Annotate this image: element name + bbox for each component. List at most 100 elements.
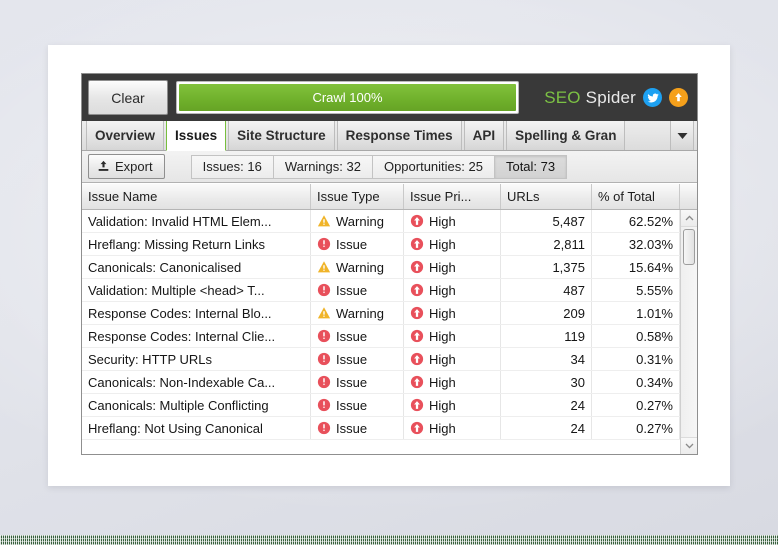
cell-issue-type: Issue bbox=[311, 417, 404, 439]
twitter-bird-icon[interactable] bbox=[643, 88, 662, 107]
table-row[interactable]: Validation: Multiple <head> T... Issue Hig… bbox=[82, 279, 680, 302]
high-priority-icon bbox=[410, 329, 424, 343]
table-body-area: Validation: Invalid HTML Elem...WarningH… bbox=[82, 210, 697, 454]
brand-seo-word: SEO bbox=[544, 88, 581, 107]
tab-label: Response Times bbox=[346, 128, 453, 143]
scroll-down-chevron-down-icon[interactable] bbox=[681, 437, 697, 454]
high-priority-icon bbox=[410, 306, 424, 320]
column-label: Issue Pri... bbox=[410, 189, 471, 204]
tab-issues[interactable]: Issues bbox=[166, 121, 226, 151]
issue-circle-icon bbox=[317, 398, 331, 412]
column-header-percent-of-total[interactable]: % of Total bbox=[592, 184, 680, 209]
cell-urls: 30 bbox=[501, 371, 592, 393]
tab-overflow-chevron-down-icon[interactable] bbox=[670, 121, 694, 150]
clear-button-label: Clear bbox=[111, 90, 144, 106]
issue-type-label: Warning bbox=[336, 306, 384, 321]
issue-type-label: Issue bbox=[336, 237, 367, 252]
issue-priority-label: High bbox=[429, 260, 456, 275]
issue-circle-icon bbox=[317, 375, 331, 389]
filter-opportunities[interactable]: Opportunities: 25 bbox=[373, 155, 495, 179]
issue-type-label: Warning bbox=[336, 214, 384, 229]
high-priority-icon bbox=[410, 237, 424, 251]
issues-table-body: Validation: Invalid HTML Elem...WarningH… bbox=[82, 210, 680, 454]
issue-priority-label: High bbox=[429, 329, 456, 344]
issues-table: Issue Name Issue Type Issue Pri... URLs … bbox=[82, 183, 697, 454]
table-row[interactable]: Hreflang: Missing Return LinksIssueHigh2… bbox=[82, 233, 680, 256]
issue-type-label: Issue bbox=[336, 421, 367, 436]
cell-issue-name: Hreflang: Not Using Canonical bbox=[82, 417, 311, 439]
table-row[interactable]: Canonicals: Non-Indexable Ca...IssueHigh… bbox=[82, 371, 680, 394]
filter-warnings[interactable]: Warnings: 32 bbox=[274, 155, 373, 179]
brand-spider-word: Spider bbox=[586, 88, 636, 107]
filter-label: Opportunities: 25 bbox=[384, 159, 483, 174]
cell-issue-type: Issue bbox=[311, 394, 404, 416]
circle-up-arrow-icon[interactable] bbox=[669, 88, 688, 107]
export-button[interactable]: Export bbox=[88, 154, 165, 179]
issue-type-label: Issue bbox=[336, 375, 367, 390]
cell-percent-of-total: 15.64% bbox=[592, 256, 680, 278]
crawl-progress-bar: Crawl 100% bbox=[176, 81, 519, 114]
cell-issue-name: Canonicals: Multiple Conflicting bbox=[82, 394, 311, 416]
cell-issue-priority: High bbox=[404, 302, 501, 324]
cell-percent-of-total: 0.58% bbox=[592, 325, 680, 347]
tab-overview[interactable]: Overview bbox=[86, 121, 164, 150]
tab-label: Issues bbox=[175, 128, 217, 143]
cell-urls: 24 bbox=[501, 394, 592, 416]
crawl-progress-fill: Crawl 100% bbox=[179, 84, 516, 111]
tab-api[interactable]: API bbox=[464, 121, 505, 150]
tab-label: Site Structure bbox=[237, 128, 326, 143]
column-header-urls[interactable]: URLs bbox=[501, 184, 592, 209]
table-row[interactable]: Canonicals: CanonicalisedWarningHigh1,37… bbox=[82, 256, 680, 279]
cell-percent-of-total: 1.01% bbox=[592, 302, 680, 324]
warning-triangle-icon bbox=[317, 260, 331, 274]
cell-issue-priority: High bbox=[404, 348, 501, 370]
cell-issue-priority: High bbox=[404, 256, 501, 278]
cell-percent-of-total: 0.31% bbox=[592, 348, 680, 370]
high-priority-icon bbox=[410, 421, 424, 435]
issues-table-header: Issue Name Issue Type Issue Pri... URLs … bbox=[82, 184, 697, 210]
issue-type-label: Issue bbox=[336, 283, 367, 298]
screenshot-card: Clear Crawl 100% SEO Spider bbox=[48, 45, 730, 486]
filter-issues[interactable]: Issues: 16 bbox=[191, 155, 274, 179]
column-header-issue-type[interactable]: Issue Type bbox=[311, 184, 404, 209]
issue-priority-label: High bbox=[429, 283, 456, 298]
table-row[interactable]: Response Codes: Internal Clie...IssueHig… bbox=[82, 325, 680, 348]
cell-percent-of-total: 0.27% bbox=[592, 394, 680, 416]
cell-issue-type: Issue bbox=[311, 325, 404, 347]
cell-urls: 5,487 bbox=[501, 210, 592, 232]
cell-issue-type: Issue bbox=[311, 348, 404, 370]
high-priority-icon bbox=[410, 283, 424, 297]
clear-button[interactable]: Clear bbox=[88, 80, 168, 115]
cell-issue-name: Validation: Multiple <head> T... bbox=[82, 279, 311, 301]
scrollbar-track[interactable] bbox=[681, 227, 697, 437]
filter-total[interactable]: Total: 73 bbox=[495, 155, 567, 179]
seo-spider-window: Clear Crawl 100% SEO Spider bbox=[81, 73, 698, 455]
issue-filter-group: Issues: 16 Warnings: 32 Opportunities: 2… bbox=[191, 155, 568, 179]
upload-icon bbox=[97, 160, 110, 173]
column-header-issue-priority[interactable]: Issue Pri... bbox=[404, 184, 501, 209]
table-row[interactable]: Hreflang: Not Using CanonicalIssueHigh24… bbox=[82, 417, 680, 440]
table-vertical-scrollbar[interactable] bbox=[680, 210, 697, 454]
table-row[interactable]: Response Codes: Internal Blo...WarningHi… bbox=[82, 302, 680, 325]
warning-triangle-icon bbox=[317, 214, 331, 228]
cell-percent-of-total: 0.27% bbox=[592, 417, 680, 439]
column-header-issue-name[interactable]: Issue Name bbox=[82, 184, 311, 209]
window-topbar: Clear Crawl 100% SEO Spider bbox=[82, 74, 697, 121]
cell-urls: 119 bbox=[501, 325, 592, 347]
main-tab-strip: Overview Issues Site Structure Response … bbox=[82, 121, 697, 151]
issue-priority-label: High bbox=[429, 421, 456, 436]
table-row[interactable]: Validation: Invalid HTML Elem...WarningH… bbox=[82, 210, 680, 233]
high-priority-icon bbox=[410, 375, 424, 389]
column-label: URLs bbox=[507, 189, 540, 204]
tab-site-structure[interactable]: Site Structure bbox=[228, 121, 335, 150]
cell-percent-of-total: 62.52% bbox=[592, 210, 680, 232]
scroll-up-chevron-up-icon[interactable] bbox=[681, 210, 697, 227]
issue-type-label: Issue bbox=[336, 398, 367, 413]
table-row[interactable]: Canonicals: Multiple ConflictingIssueHig… bbox=[82, 394, 680, 417]
table-row[interactable]: Security: HTTP URLsIssueHigh340.31% bbox=[82, 348, 680, 371]
tab-spelling-grammar[interactable]: Spelling & Gran bbox=[506, 121, 625, 150]
issue-priority-label: High bbox=[429, 214, 456, 229]
tab-response-times[interactable]: Response Times bbox=[337, 121, 462, 150]
scrollbar-thumb[interactable] bbox=[683, 229, 695, 265]
tab-label: Spelling & Gran bbox=[515, 128, 616, 143]
